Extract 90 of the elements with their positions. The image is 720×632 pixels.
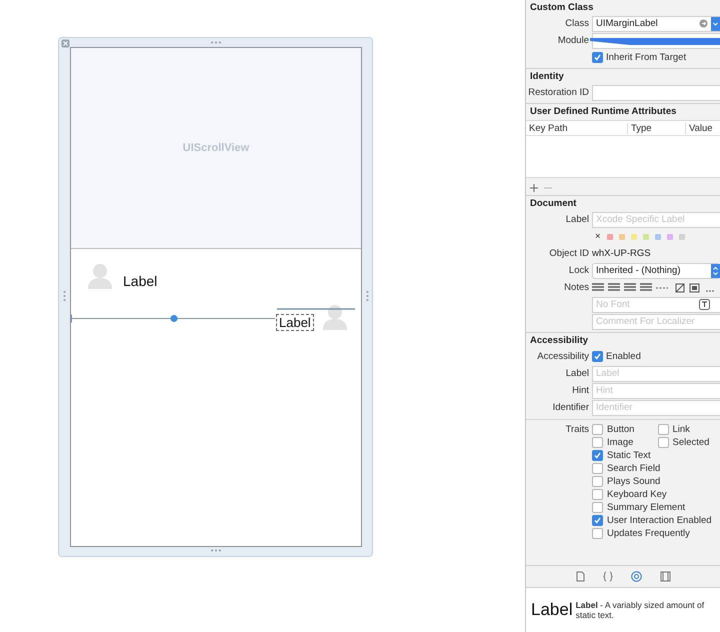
checkbox-label: Enabled <box>606 351 641 362</box>
column-header: Key Path <box>526 122 628 134</box>
grip-icon[interactable] <box>366 291 369 301</box>
checkbox[interactable] <box>592 450 603 461</box>
object-id: whX-UP-RGS <box>592 248 651 259</box>
field-label: Label <box>564 368 589 379</box>
column-header: Value <box>686 122 720 134</box>
color-swatch[interactable] <box>630 234 637 240</box>
checkbox-label: Static Text <box>607 450 651 461</box>
checkbox[interactable] <box>592 476 603 487</box>
field-label: Accessibility <box>536 351 589 362</box>
checkbox-label: Link <box>672 424 690 435</box>
film-icon <box>660 571 670 582</box>
field-label: Object ID <box>548 248 589 259</box>
label-text[interactable]: Label <box>277 315 313 330</box>
text-field[interactable]: Identifier <box>592 400 720 416</box>
font-field[interactable]: No Font <box>592 296 720 312</box>
checkbox[interactable] <box>658 437 668 448</box>
library-tab[interactable] <box>630 571 642 582</box>
checkbox-label: Plays Sound <box>607 476 660 487</box>
text-field[interactable]: Hint <box>592 382 720 398</box>
checkbox-label: User Interaction Enabled <box>607 515 712 526</box>
color-swatch[interactable] <box>654 234 661 240</box>
section-title: Identity <box>529 70 565 83</box>
label-preview: Label <box>531 600 573 620</box>
checkbox-label: Search Field <box>607 463 660 474</box>
item-description: Label - A variably sized amount of static text. <box>576 600 706 620</box>
field-label: Traits <box>564 424 589 435</box>
color-swatch[interactable] <box>666 234 673 240</box>
braces-icon <box>602 571 612 582</box>
checkbox-label: Summary Element <box>607 502 686 513</box>
module-field[interactable] <box>592 32 720 48</box>
section-title: Document <box>529 197 578 210</box>
color-swatch[interactable] <box>606 234 613 240</box>
checkbox-label: Inherit From Target <box>606 52 686 63</box>
field-label: Notes <box>563 282 589 293</box>
field-label: Lock <box>568 265 589 276</box>
section-title: Accessibility <box>529 334 590 347</box>
text-field[interactable]: Label <box>592 366 720 382</box>
checkbox-label: Image <box>607 437 634 448</box>
class-field[interactable]: UIMarginLabel <box>592 16 720 32</box>
checkbox[interactable] <box>592 463 603 474</box>
checkbox-label: Updates Frequently <box>607 528 690 539</box>
lock-dropdown[interactable]: Inherited - (Nothing) <box>592 262 720 278</box>
stepper-icon[interactable] <box>711 264 720 278</box>
checkbox[interactable] <box>592 502 603 513</box>
field-label: Label <box>564 214 589 225</box>
field-label: Class <box>564 18 589 29</box>
clear-color-button[interactable]: × <box>595 231 601 242</box>
field-label: Restoration ID <box>527 87 589 98</box>
library-tab[interactable] <box>602 571 612 582</box>
field-label: Identifier <box>552 402 589 413</box>
add-icon[interactable] <box>530 184 538 192</box>
circle-icon <box>630 571 642 582</box>
label-field[interactable]: Xcode Specific Label <box>592 212 720 228</box>
checkbox[interactable] <box>592 351 603 362</box>
field-label: Module <box>556 35 589 46</box>
restoration-id-field[interactable] <box>592 84 720 100</box>
checkbox[interactable] <box>592 52 603 63</box>
arrow-icon[interactable] <box>699 19 708 28</box>
column-header: Type <box>628 122 686 134</box>
checkbox[interactable] <box>592 424 603 435</box>
scroll-view-label: UIScrollView <box>182 142 250 154</box>
color-swatch[interactable] <box>678 234 685 240</box>
checkbox-label: Button <box>607 424 634 435</box>
checkbox-label: Keyboard Key <box>607 489 667 500</box>
grip-icon[interactable] <box>211 549 221 552</box>
file-icon <box>576 571 584 582</box>
comment-field[interactable]: Comment For Localizer <box>592 314 720 330</box>
checkbox[interactable] <box>592 489 603 500</box>
field-label: Hint <box>571 385 589 396</box>
color-swatch[interactable] <box>642 234 649 240</box>
section-title: User Defined Runtime Attributes <box>529 105 678 118</box>
library-tab[interactable] <box>660 571 670 582</box>
grip-icon[interactable] <box>211 41 221 44</box>
checkbox[interactable] <box>592 515 603 526</box>
checkbox[interactable] <box>658 424 668 435</box>
person-icon <box>322 303 348 331</box>
person-icon <box>87 262 113 290</box>
font-icon[interactable] <box>699 299 710 310</box>
label-text[interactable]: Label <box>123 273 158 289</box>
grip-icon[interactable] <box>63 291 66 301</box>
library-tab[interactable] <box>576 571 584 582</box>
checkbox-label: Selected <box>672 437 710 448</box>
section-title: Custom Class <box>529 1 594 14</box>
close-icon[interactable] <box>61 39 70 48</box>
color-swatch[interactable] <box>618 234 625 240</box>
checkbox[interactable] <box>592 528 603 539</box>
dropdown-icon[interactable] <box>711 16 720 30</box>
checkbox[interactable] <box>592 437 603 448</box>
